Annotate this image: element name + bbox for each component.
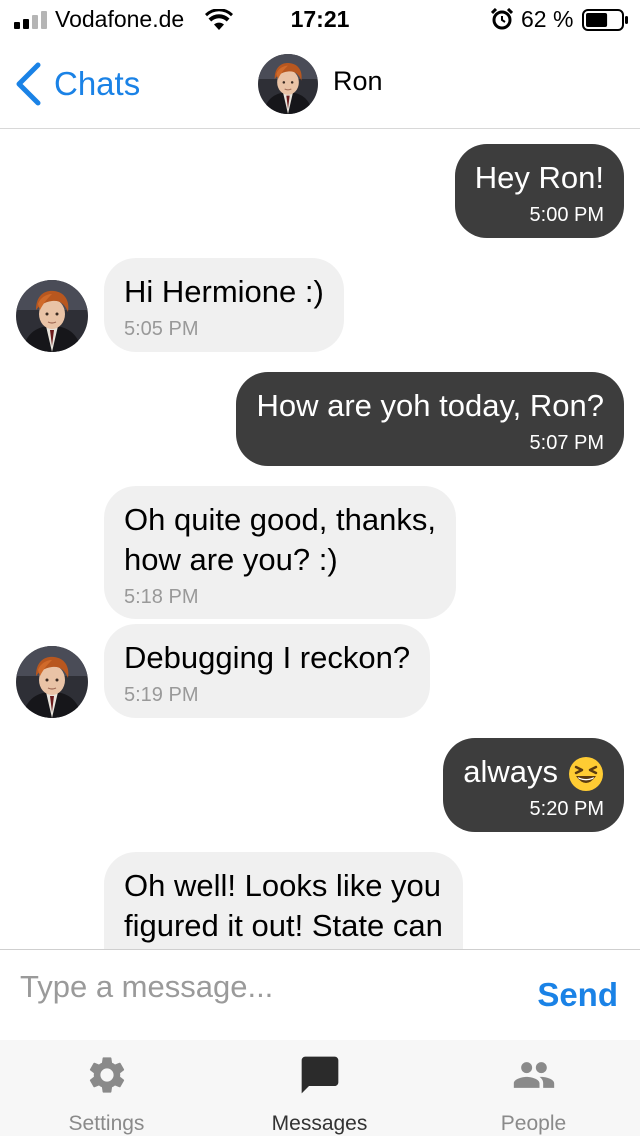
message-text: Debugging I reckon? — [124, 640, 411, 675]
composer: Send — [0, 949, 640, 1041]
sender-avatar[interactable] — [16, 280, 88, 352]
message-time: 5:18 PM — [124, 586, 199, 608]
tab-label: People — [500, 1112, 567, 1135]
message-text: Hey Ron! — [474, 160, 604, 195]
sender-avatar[interactable] — [16, 646, 88, 718]
battery-percentage: 62 % — [521, 6, 574, 32]
alarm-clock-icon — [491, 8, 513, 30]
people-icon — [513, 1062, 554, 1088]
message-bubble-sent[interactable]: always 5:20 PM — [443, 738, 624, 832]
tab-bar: Settings Messages People — [0, 1040, 640, 1136]
message-time: 5:00 PM — [529, 204, 604, 226]
gear-icon — [89, 1057, 124, 1093]
battery-icon — [582, 9, 628, 31]
tab-label: Messages — [271, 1112, 368, 1135]
message-time: 5:07 PM — [529, 432, 604, 454]
message-text: Oh quite good, thanks, how are you? :) — [124, 502, 436, 577]
message-bubble-received[interactable]: Oh quite good, thanks, how are you? :) 5… — [104, 486, 456, 619]
message-bubble-received[interactable]: Oh well! Looks like you figured it out! … — [104, 852, 463, 949]
grinning-squinting-face-icon — [569, 756, 603, 791]
message-bubble-received[interactable]: Debugging I reckon? 5:19 PM — [104, 624, 431, 718]
message-text: always — [463, 754, 558, 789]
tab-settings[interactable]: Settings — [0, 1040, 213, 1136]
message-text: How are yoh today, Ron? — [256, 388, 604, 423]
chat-header: Chats Ron — [0, 40, 640, 129]
status-bar: Vodafone.de 17:21 62 % — [0, 0, 640, 40]
contact-avatar[interactable] — [258, 54, 318, 114]
message-bubble-received[interactable]: Hi Hermione :) 5:05 PM — [104, 258, 344, 352]
tab-label: Settings — [68, 1112, 145, 1135]
back-label: Chats — [54, 65, 141, 102]
message-time: 5:05 PM — [124, 318, 199, 340]
chevron-left-icon — [16, 62, 41, 106]
message-bubble-sent[interactable]: How are yoh today, Ron? 5:07 PM — [236, 372, 624, 466]
message-bubble-sent[interactable]: Hey Ron! 5:00 PM — [454, 144, 624, 238]
back-button[interactable]: Chats — [14, 60, 140, 108]
message-list[interactable]: Hey Ron! 5:00 PM Hi Hermione :) 5:05 PM … — [0, 129, 640, 949]
contact-name: Ron — [333, 66, 383, 96]
message-text: Hi Hermione :) — [124, 274, 324, 309]
chat-bubble-icon — [301, 1056, 338, 1094]
tab-messages[interactable]: Messages — [213, 1040, 426, 1136]
message-input[interactable] — [20, 962, 500, 1012]
tab-people[interactable]: People — [427, 1040, 640, 1136]
message-time: 5:20 PM — [529, 798, 604, 820]
message-time: 5:19 PM — [124, 684, 199, 706]
send-button[interactable]: Send — [537, 976, 618, 1014]
message-text: Oh well! Looks like you figured it out! … — [124, 868, 443, 943]
